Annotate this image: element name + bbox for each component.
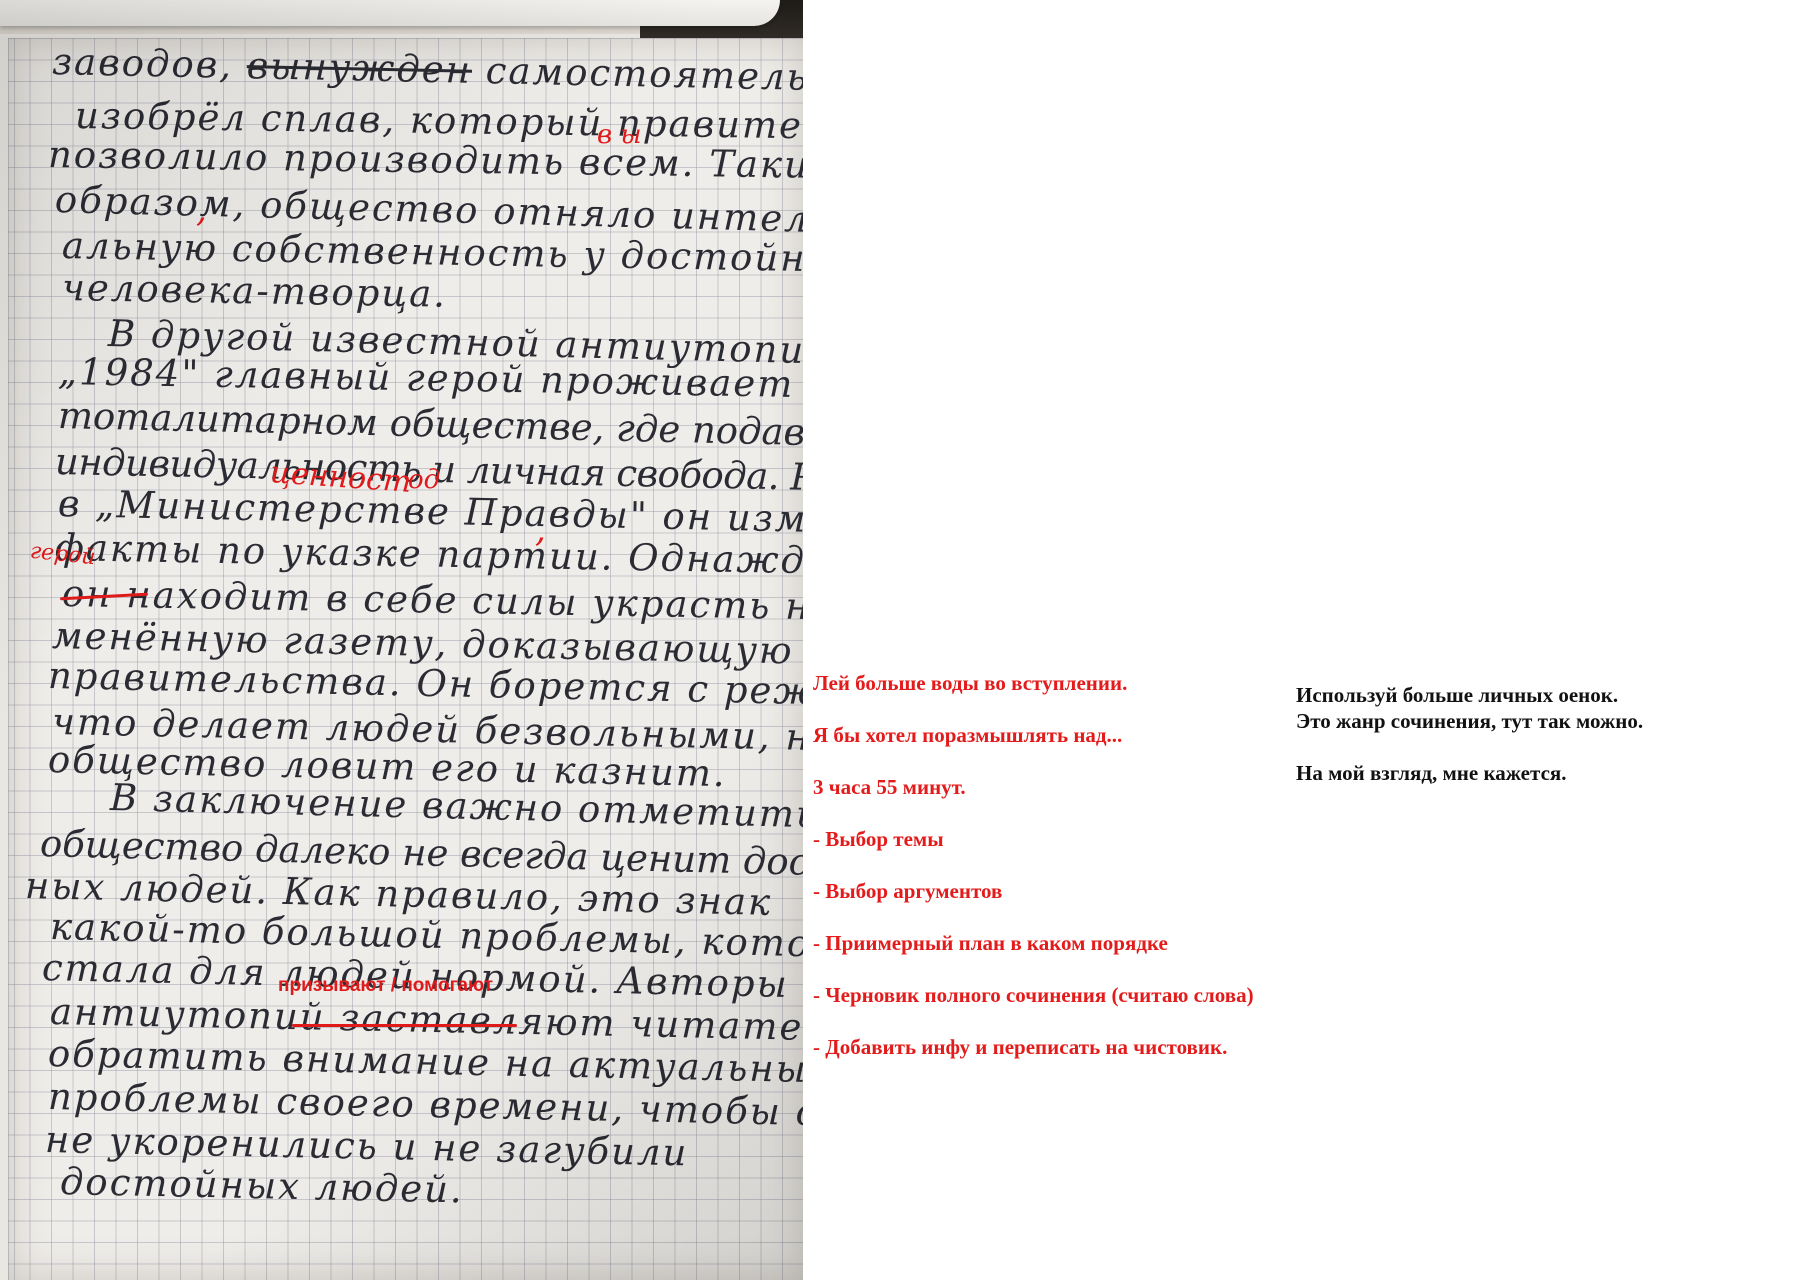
handwriting-line: человека-творца.	[61, 266, 448, 316]
note-spacer	[1296, 734, 1776, 760]
handwriting-fragment: заводов,	[51, 40, 248, 88]
note-line: Это жанр сочинения, тут так можно.	[1296, 709, 1644, 733]
notes-black-column: Используй больше личных оенок. Это жанр …	[1296, 682, 1776, 786]
note-line: Используй больше личных оенок.	[1296, 683, 1619, 707]
notes-red-column: Лей больше воды во вступлении. Я бы хоте…	[813, 670, 1293, 1086]
page: заводов, вынужден самостоятельно изобрёл…	[0, 0, 1798, 1280]
note-list-item: - Добавить инфу и переписать на чистовик…	[813, 1035, 1228, 1059]
paper-margin-line	[14, 38, 15, 1280]
note-line: 3 часа 55 минут.	[813, 775, 966, 799]
note-line: На мой взгляд, мне кажется.	[1296, 761, 1567, 785]
handwriting-fragment: самостоятельно	[485, 49, 803, 100]
correction-mark: ,	[196, 190, 207, 230]
notebook-photo: заводов, вынужден самостоятельно изобрёл…	[0, 0, 803, 1280]
note-list-item: - Выбор аргументов	[813, 879, 1003, 903]
photo-laptop-edge	[0, 0, 780, 26]
correction-mark: од	[408, 465, 441, 495]
correction-note: призывают / помогают	[278, 975, 494, 996]
handwriting-strikethrough: вынужден	[246, 44, 473, 92]
note-list-item: - Приимерный план в каком порядке	[813, 931, 1168, 955]
note-list-item: - Черновик полного сочинения (считаю сло…	[813, 983, 1254, 1007]
correction-mark: ,	[535, 510, 546, 550]
correction-mark: в ы	[597, 120, 642, 150]
note-list-item: - Выбор темы	[813, 827, 944, 851]
note-line: Лей больше воды во вступлении.	[813, 671, 1128, 695]
note-line: Я бы хотел поразмышлять над...	[813, 723, 1123, 747]
correction-underline	[292, 1024, 517, 1027]
handwriting-line: достойных людей.	[59, 1160, 465, 1212]
